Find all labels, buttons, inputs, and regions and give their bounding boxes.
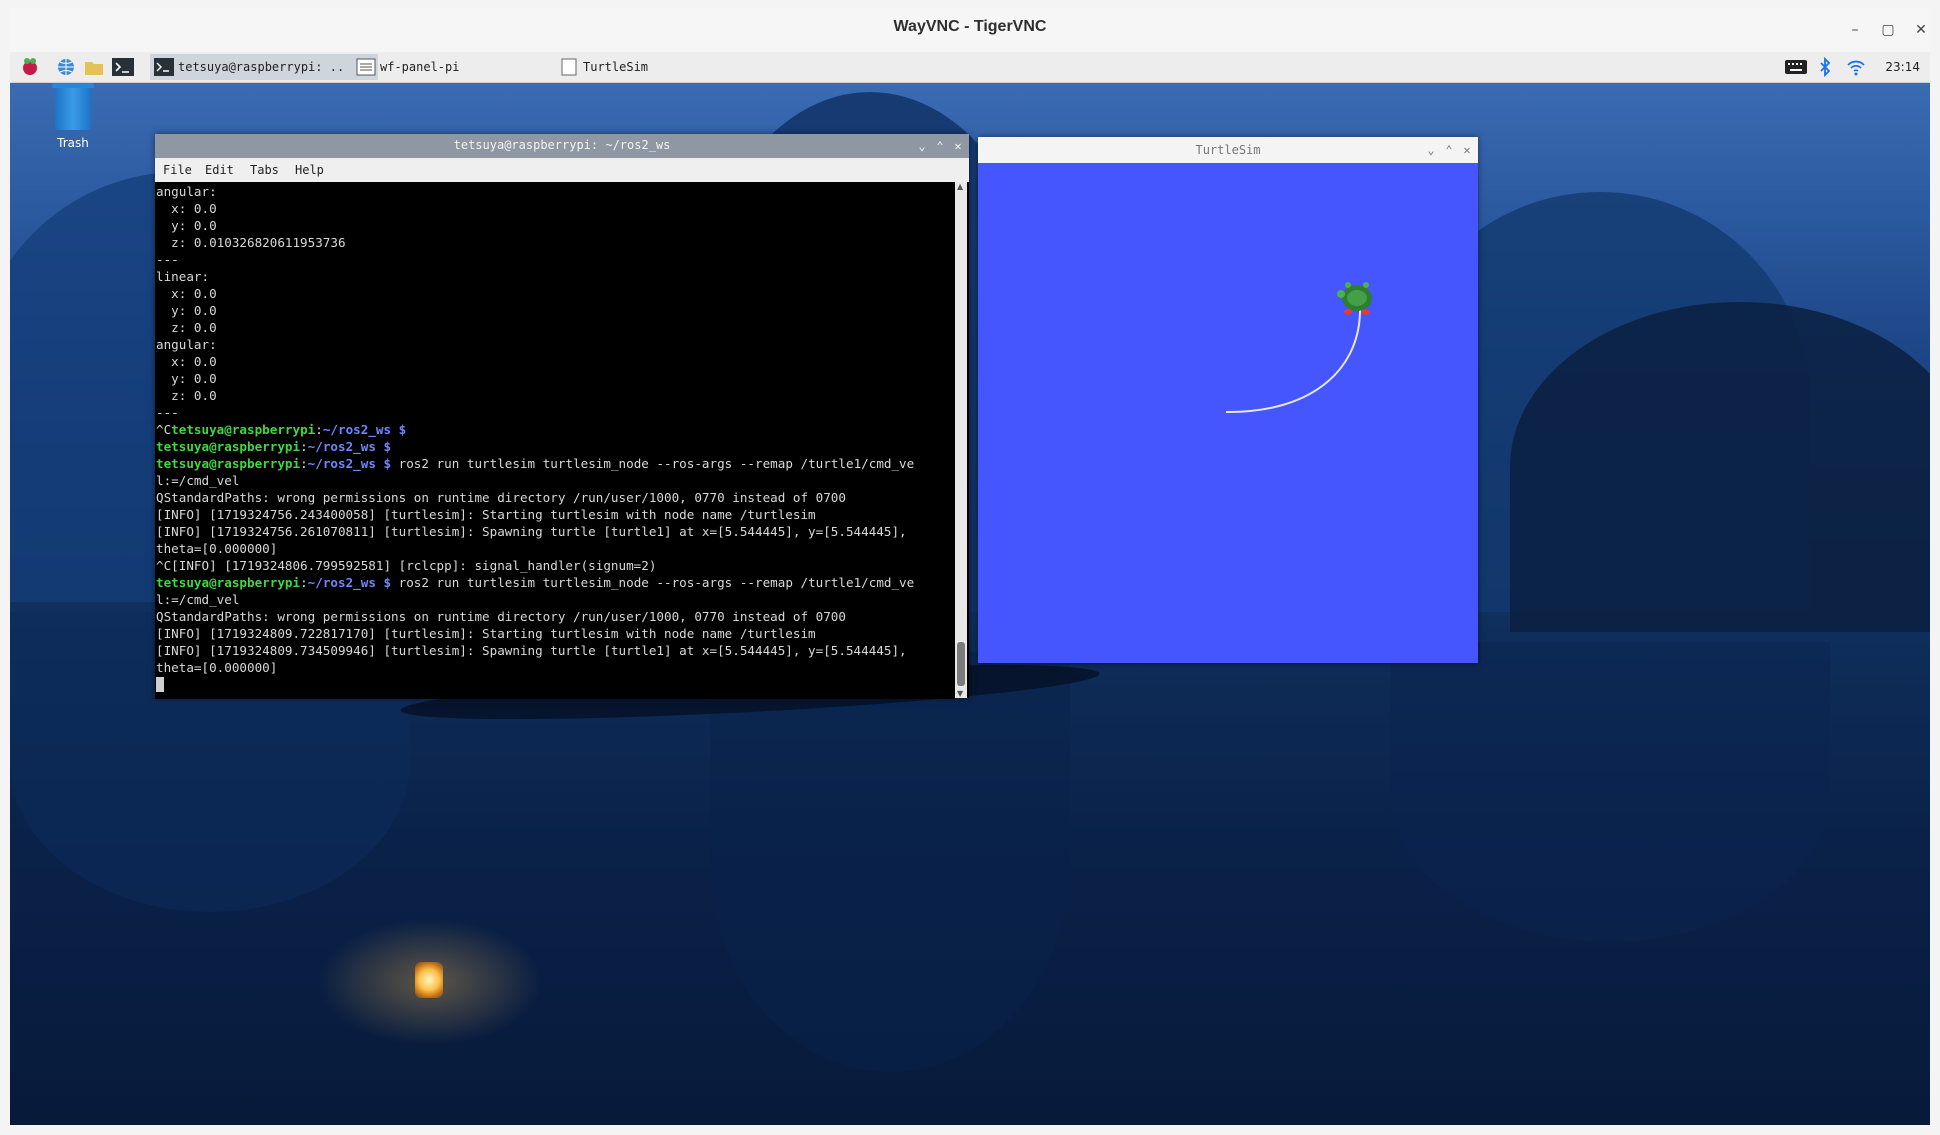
panel-window-icon: [356, 58, 376, 76]
prompt-line: ^Ctetsuya@raspberrypi:~/ros2_ws $: [156, 422, 407, 437]
terminal-line: linear:: [156, 269, 210, 284]
prompt-line: tetsuya@raspberrypi:~/ros2_ws $ ros2 run…: [156, 575, 915, 590]
terminal-line: angular:: [156, 337, 217, 352]
turtlesim-canvas[interactable]: [978, 163, 1478, 663]
terminal-line: [INFO] [1719324756.243400058] [turtlesim…: [156, 507, 816, 522]
scroll-up-icon[interactable]: ▲: [957, 182, 963, 191]
command-text: ros2 run turtlesim turtlesim_node --ros-…: [391, 456, 915, 471]
turtlesim-title: TurtleSim: [1195, 143, 1261, 157]
task-label: wf-panel-pi: [380, 60, 460, 74]
clock[interactable]: 23:14: [1885, 52, 1920, 82]
terminal-line: QStandardPaths: wrong permissions on run…: [156, 490, 846, 505]
text-cursor: [156, 677, 164, 692]
ctrl-c-echo: ^C: [156, 422, 172, 437]
terminal-scrollbar[interactable]: ▲ ▼: [955, 182, 967, 698]
terminal-line: z: 0.0: [156, 320, 217, 335]
menu-tabs[interactable]: Tabs: [250, 163, 279, 177]
remote-desktop: tetsuya@raspberrypi: .. wf-panel-pi Turt…: [10, 52, 1930, 1125]
taskbar: tetsuya@raspberrypi: .. wf-panel-pi Turt…: [10, 52, 1930, 83]
command-text: ros2 run turtlesim turtlesim_node --ros-…: [391, 575, 915, 590]
raspberry-menu-icon[interactable]: [20, 57, 40, 77]
reflection-shape: [1390, 642, 1830, 942]
terminal-line: theta=[0.000000]: [156, 660, 278, 675]
terminal-line: theta=[0.000000]: [156, 541, 278, 556]
reflection-shape: [710, 652, 1070, 1072]
prompt-path: ~/ros2_ws $: [307, 456, 392, 471]
terminal-line: [INFO] [1719324756.261070811] [turtlesim…: [156, 524, 907, 539]
terminal-line: l:=/cmd_vel: [156, 473, 240, 488]
menu-edit[interactable]: Edit: [205, 163, 234, 177]
terminal-line: ^C[INFO] [1719324806.799592581] [rclcpp]…: [156, 558, 657, 573]
prompt-path: ~/ros2_ws $: [307, 439, 392, 454]
maximize-icon[interactable]: ⌃: [931, 137, 949, 155]
terminal-line: x: 0.0: [156, 286, 217, 301]
terminal-window[interactable]: tetsuya@raspberrypi: ~/ros2_ws ⌄ ⌃ ✕ Fil…: [155, 134, 969, 699]
terminal-line: y: 0.0: [156, 371, 217, 386]
minimize-icon[interactable]: –: [1842, 17, 1868, 43]
prompt-user: tetsuya@raspberrypi: [156, 575, 301, 590]
terminal-line: x: 0.0: [156, 354, 217, 369]
terminal-line: ---: [156, 252, 179, 267]
terminal-menubar: File Edit Tabs Help: [155, 158, 969, 182]
terminal-line: QStandardPaths: wrong permissions on run…: [156, 609, 846, 624]
file-manager-folder-icon[interactable]: [84, 57, 104, 77]
vnc-titlebar: WayVNC - TigerVNC – ▢ ✕: [10, 8, 1930, 53]
close-icon[interactable]: ✕: [1458, 141, 1476, 159]
lantern: [415, 962, 443, 998]
terminal-line: l:=/cmd_vel: [156, 592, 240, 607]
terminal-titlebar[interactable]: tetsuya@raspberrypi: ~/ros2_ws ⌄ ⌃ ✕: [155, 134, 969, 158]
minimize-icon[interactable]: ⌄: [1422, 141, 1440, 159]
terminal-line: [INFO] [1719324809.722817170] [turtlesim…: [156, 626, 816, 641]
terminal-line: ---: [156, 405, 179, 420]
maximize-icon[interactable]: ▢: [1875, 17, 1901, 43]
prompt-path: ~/ros2_ws $: [307, 575, 392, 590]
terminal-line: y: 0.0: [156, 303, 217, 318]
close-icon[interactable]: ✕: [1908, 17, 1934, 43]
desktop-trash[interactable]: Trash: [38, 83, 108, 150]
task-label: tetsuya@raspberrypi: ..: [178, 60, 345, 74]
browser-globe-icon[interactable]: [56, 57, 76, 77]
prompt-user: tetsuya@raspberrypi: [156, 456, 301, 471]
menu-file[interactable]: File: [163, 163, 192, 177]
task-wf-panel-pi[interactable]: wf-panel-pi: [352, 54, 540, 80]
menu-help[interactable]: Help: [295, 163, 324, 177]
terminal-title: tetsuya@raspberrypi: ~/ros2_ws: [453, 138, 671, 152]
prompt-line: tetsuya@raspberrypi:~/ros2_ws $: [156, 439, 392, 454]
scroll-down-icon[interactable]: ▼: [957, 689, 963, 698]
terminal-launcher-icon[interactable]: [112, 57, 134, 77]
trash-label: Trash: [57, 136, 89, 150]
trash-icon: [52, 83, 94, 130]
terminal-line: angular:: [156, 184, 217, 199]
terminal-line: z: 0.0: [156, 388, 217, 403]
cursor-line: [156, 676, 954, 693]
task-turtlesim[interactable]: TurtleSim: [555, 54, 743, 80]
terminal-line: z: 0.010326820611953736: [156, 235, 346, 250]
prompt-user: tetsuya@raspberrypi: [156, 439, 301, 454]
task-terminal[interactable]: tetsuya@raspberrypi: ..: [150, 54, 378, 80]
maximize-icon[interactable]: ⌃: [1440, 141, 1458, 159]
vnc-window-title: WayVNC - TigerVNC: [893, 18, 1047, 35]
terminal-line: x: 0.0: [156, 201, 217, 216]
keyboard-icon[interactable]: [1785, 57, 1807, 77]
terminal-line: [INFO] [1719324809.734509946] [turtlesim…: [156, 643, 907, 658]
prompt-path: ~/ros2_ws $: [322, 422, 407, 437]
wifi-icon[interactable]: [1846, 57, 1866, 77]
bluetooth-icon[interactable]: [1818, 57, 1832, 77]
prompt-user: tetsuya@raspberrypi: [171, 422, 316, 437]
turtlesim-titlebar[interactable]: TurtleSim ⌄ ⌃ ✕: [978, 137, 1478, 163]
prompt-line: tetsuya@raspberrypi:~/ros2_ws $ ros2 run…: [156, 456, 915, 471]
scrollbar-thumb[interactable]: [957, 642, 965, 686]
close-icon[interactable]: ✕: [949, 137, 967, 155]
minimize-icon[interactable]: ⌄: [913, 137, 931, 155]
terminal-line: y: 0.0: [156, 218, 217, 233]
turtlesim-window[interactable]: TurtleSim ⌄ ⌃ ✕: [978, 137, 1478, 663]
terminal-icon: [154, 58, 174, 76]
blank-window-icon: [561, 58, 577, 76]
task-label: TurtleSim: [583, 60, 649, 74]
terminal-output[interactable]: angular: x: 0.0 y: 0.0 z: 0.010326820611…: [155, 182, 954, 699]
